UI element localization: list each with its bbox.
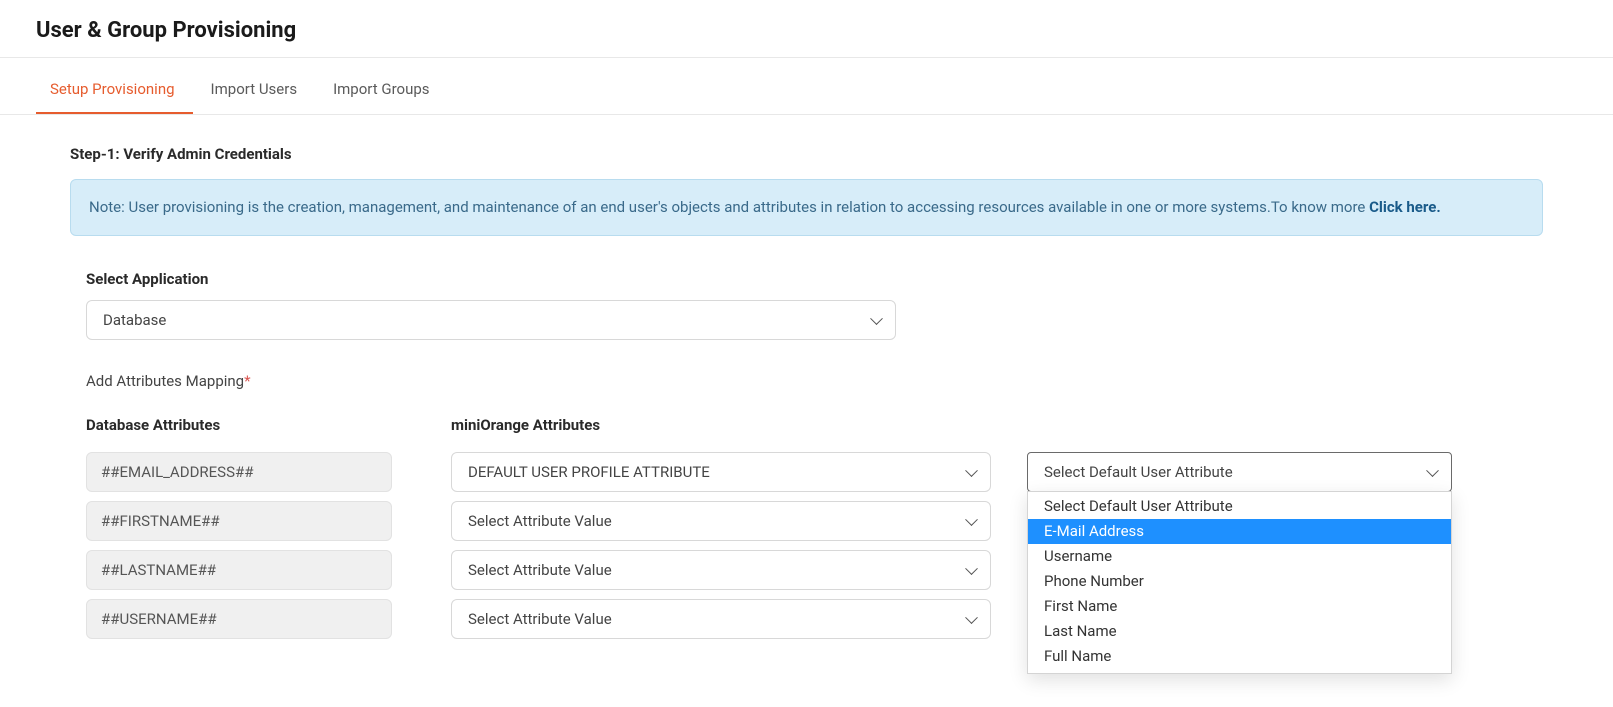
info-note: Note: User provisioning is the creation,… <box>70 179 1543 236</box>
default-user-attribute-dropdown: Select Default User Attribute E-Mail Add… <box>1027 491 1452 674</box>
miniorange-attributes-column: miniOrange Attributes DEFAULT USER PROFI… <box>451 416 1027 648</box>
db-attribute-field: ##USERNAME## <box>86 599 392 639</box>
dropdown-option-fullname[interactable]: Full Name <box>1028 644 1451 673</box>
tab-import-users[interactable]: Import Users <box>193 58 316 114</box>
dropdown-option-lastname[interactable]: Last Name <box>1028 619 1451 644</box>
default-user-attribute-value: Select Default User Attribute <box>1044 463 1233 481</box>
select-application-label: Select Application <box>86 270 1543 288</box>
content-area: Step-1: Verify Admin Credentials Note: U… <box>0 115 1613 648</box>
dropdown-option-firstname[interactable]: First Name <box>1028 594 1451 619</box>
dropdown-option-username[interactable]: Username <box>1028 544 1451 569</box>
mo-attribute-select[interactable]: Select Attribute Value <box>451 550 991 590</box>
mo-attribute-select[interactable]: Select Attribute Value <box>451 501 991 541</box>
dropdown-option-email[interactable]: E-Mail Address <box>1028 519 1451 544</box>
tab-bar: Setup Provisioning Import Users Import G… <box>0 58 1613 115</box>
db-attribute-field: ##FIRSTNAME## <box>86 501 392 541</box>
select-application-value: Database <box>103 311 166 329</box>
select-application-dropdown[interactable]: Database <box>86 300 896 340</box>
tab-setup-provisioning[interactable]: Setup Provisioning <box>36 58 193 114</box>
note-text: Note: User provisioning is the creation,… <box>89 198 1369 216</box>
db-attribute-field: ##LASTNAME## <box>86 550 392 590</box>
dropdown-option-placeholder[interactable]: Select Default User Attribute <box>1028 492 1451 519</box>
database-attributes-column: Database Attributes ##EMAIL_ADDRESS## ##… <box>86 416 451 648</box>
page-title: User & Group Provisioning <box>36 18 1577 43</box>
default-attribute-header-spacer <box>1045 416 1452 434</box>
mapping-columns: Database Attributes ##EMAIL_ADDRESS## ##… <box>86 416 1543 648</box>
miniorange-attributes-header: miniOrange Attributes <box>451 416 1027 434</box>
step-title: Step-1: Verify Admin Credentials <box>70 145 1543 163</box>
default-user-attribute-select[interactable]: Select Default User Attribute <box>1027 452 1452 492</box>
db-attribute-field: ##EMAIL_ADDRESS## <box>86 452 392 492</box>
mo-attribute-select[interactable]: Select Attribute Value <box>451 599 991 639</box>
learn-more-link[interactable]: Click here. <box>1369 198 1441 216</box>
database-attributes-header: Database Attributes <box>86 416 451 434</box>
add-attributes-mapping-label: Add Attributes Mapping* <box>86 372 1543 390</box>
required-asterisk: * <box>244 372 250 390</box>
mo-attribute-select[interactable]: DEFAULT USER PROFILE ATTRIBUTE <box>451 452 991 492</box>
tab-import-groups[interactable]: Import Groups <box>315 58 447 114</box>
dropdown-option-phone[interactable]: Phone Number <box>1028 569 1451 594</box>
default-attribute-column: Select Default User Attribute Select Def… <box>1027 416 1452 492</box>
page-header: User & Group Provisioning <box>0 0 1613 58</box>
